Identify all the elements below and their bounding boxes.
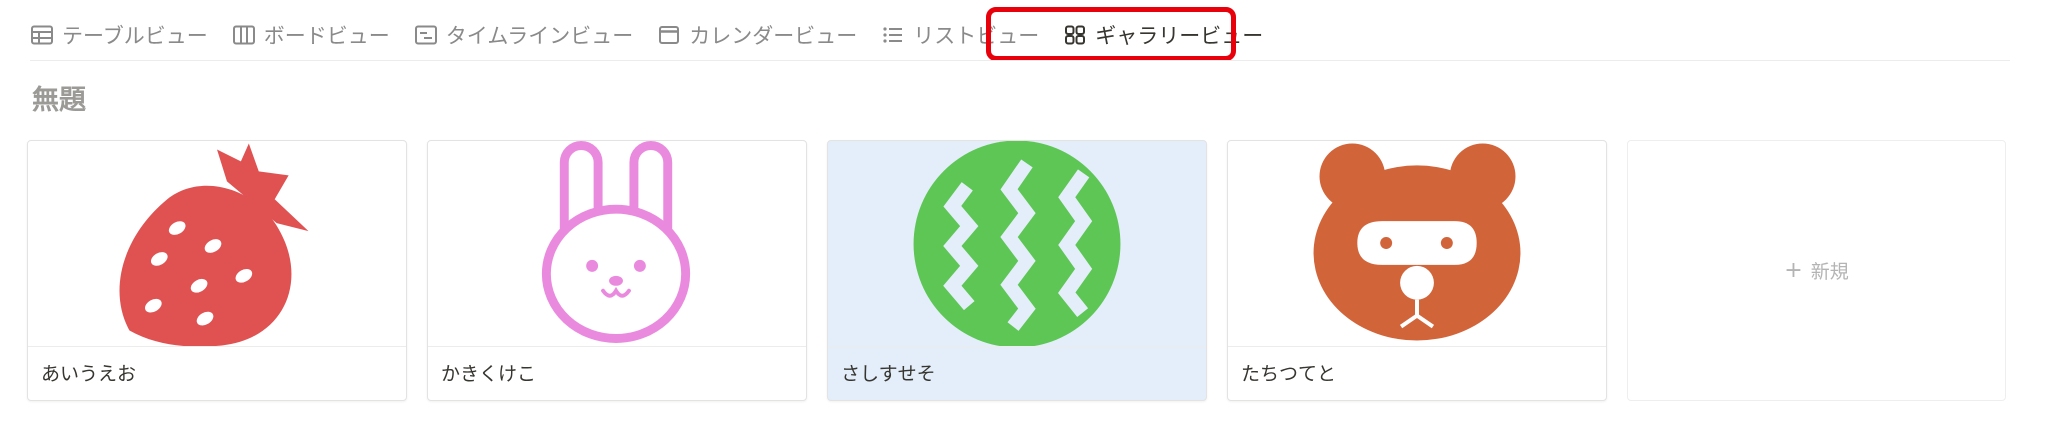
card-cover — [428, 141, 806, 346]
timeline-icon — [414, 23, 438, 47]
strawberry-icon — [119, 143, 309, 346]
tab-label: タイムラインビュー — [445, 24, 634, 48]
new-card-label: 新規 — [1810, 261, 1849, 283]
bear-icon — [1313, 143, 1521, 341]
list-icon — [881, 23, 905, 47]
board-icon — [232, 23, 256, 47]
card-title: あいうえお — [41, 363, 137, 385]
new-card-button[interactable]: + 新規 — [1627, 140, 2006, 401]
card-title: かきくけこ — [441, 363, 537, 385]
card-title: さしすせそ — [841, 363, 936, 385]
table-icon — [30, 23, 54, 47]
tab-timeline-view[interactable]: タイムラインビュー — [414, 15, 634, 55]
card-title: たちつてと — [1241, 363, 1337, 385]
page-title: 無題 — [32, 85, 86, 116]
tab-table-view[interactable]: テーブルビュー — [30, 15, 208, 55]
card-divider — [828, 346, 1206, 347]
tab-gallery-view[interactable]: ギャラリービュー — [1063, 15, 1263, 55]
calendar-icon — [657, 23, 681, 47]
gallery-icon — [1063, 23, 1087, 47]
tab-label: ボードビュー — [263, 24, 390, 48]
gallery-card[interactable]: たちつてと — [1227, 140, 1607, 401]
plus-icon: + — [1784, 258, 1803, 283]
gallery-card[interactable]: かきくけこ — [427, 140, 807, 401]
card-cover — [28, 141, 406, 346]
tab-list-view[interactable]: リストビュー — [881, 15, 1039, 55]
view-tabs: テーブルビュー ボードビュー タイムラインビュー カレンダービュー リストビュー… — [30, 12, 1287, 58]
card-divider — [428, 346, 806, 347]
card-divider — [1228, 346, 1606, 347]
watermelon-icon — [913, 141, 1121, 346]
tab-board-view[interactable]: ボードビュー — [232, 15, 390, 55]
tab-label: リストビュー — [913, 24, 1040, 48]
gallery-grid: あいうえお かきくけこ さしすせそ たちつてと + 新規 — [27, 140, 2006, 401]
rabbit-icon — [541, 141, 691, 343]
tab-label: テーブルビュー — [62, 24, 208, 48]
tabs-divider — [30, 60, 2010, 61]
card-cover — [1228, 141, 1606, 346]
gallery-card[interactable]: さしすせそ — [827, 140, 1207, 401]
tab-calendar-view[interactable]: カレンダービュー — [657, 15, 857, 55]
tab-label: カレンダービュー — [689, 24, 858, 48]
tab-label: ギャラリービュー — [1095, 24, 1264, 48]
card-cover — [828, 141, 1206, 346]
card-divider — [28, 346, 406, 347]
gallery-card[interactable]: あいうえお — [27, 140, 407, 401]
